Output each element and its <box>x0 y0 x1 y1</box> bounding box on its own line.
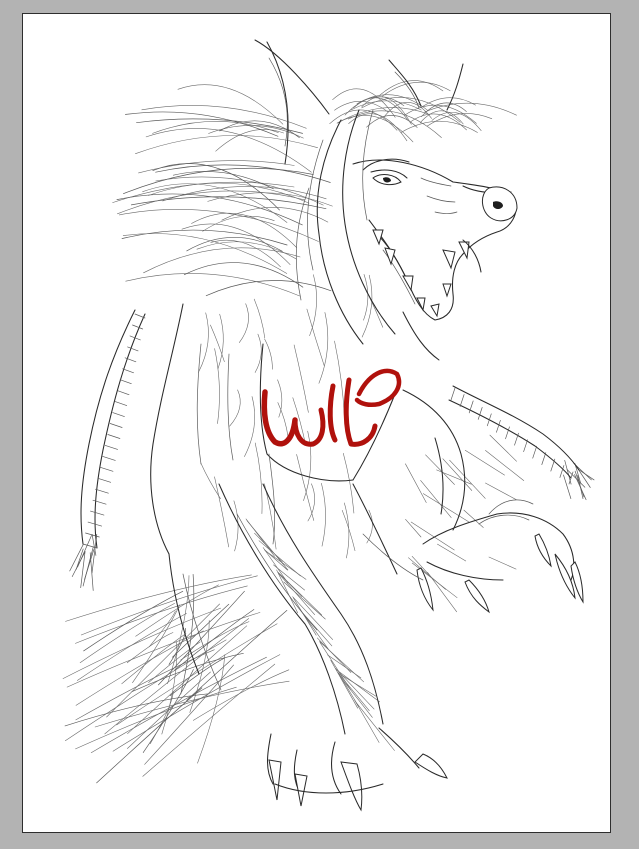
left-arm <box>218 483 448 812</box>
right-arm <box>402 389 584 614</box>
mouth <box>368 219 482 321</box>
werewolf-line-art <box>62 39 595 812</box>
lower-body <box>168 483 424 691</box>
hair-strands <box>62 80 595 784</box>
torso <box>150 303 396 555</box>
document-canvas[interactable] <box>22 13 611 833</box>
app-workspace <box>0 0 639 849</box>
ears <box>254 39 464 165</box>
